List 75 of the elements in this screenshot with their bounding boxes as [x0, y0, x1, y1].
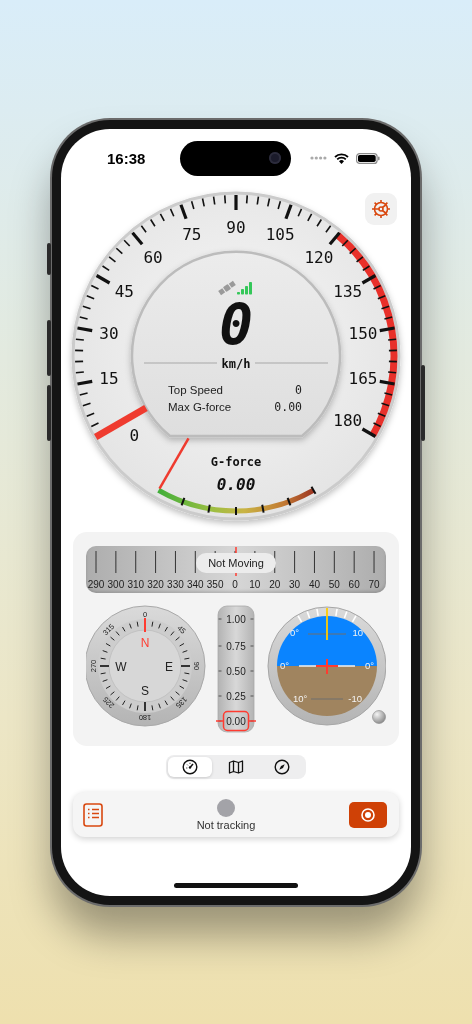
- cardinal-label: N: [140, 635, 150, 650]
- heading-label: 310: [127, 579, 145, 590]
- status-time: 16:38: [106, 149, 146, 167]
- wifi-icon: [334, 152, 349, 164]
- g-meter-label: 0.00: [226, 715, 246, 727]
- g-meter-marker: [215, 710, 257, 732]
- map-icon: [228, 759, 244, 775]
- heading-label: 340: [186, 579, 204, 590]
- tracking-status: Not tracking: [196, 818, 256, 831]
- g-meter-label: 1.00: [226, 613, 246, 625]
- list-icon: [83, 802, 103, 827]
- status-pill: Not Moving: [196, 553, 276, 573]
- scale-label: 15: [99, 368, 119, 388]
- heading-label: 60: [348, 579, 360, 590]
- scale-label: 90: [226, 217, 246, 237]
- g-meter-label: 0.75: [226, 640, 246, 652]
- heading-label: 330: [167, 579, 184, 590]
- signal-icon: [237, 282, 252, 295]
- heading-label: 50: [328, 579, 340, 590]
- cardinal-label: W: [115, 659, 127, 674]
- cardinal-label: S: [141, 683, 149, 698]
- scale-label: 30: [99, 324, 119, 344]
- scale-label: 60: [143, 247, 163, 267]
- pitch-label: 10°: [293, 693, 308, 704]
- scale-label: 165: [348, 368, 378, 388]
- pitch-label: 0°: [290, 627, 300, 638]
- record-button[interactable]: [349, 801, 387, 828]
- stat-label: Max G-force: [168, 401, 232, 413]
- speed-needle: [93, 404, 148, 441]
- scale-label: 180: [333, 411, 363, 430]
- speed-reading: 0: [219, 293, 253, 358]
- log-button[interactable]: [83, 802, 103, 827]
- pitch-label: 0°: [364, 660, 374, 671]
- heading-label: 350: [206, 579, 224, 590]
- g-meter-label: 0.25: [226, 690, 246, 702]
- heading-label: 20: [269, 579, 281, 590]
- scale-label: 150: [348, 324, 378, 344]
- stat-value: 0: [295, 383, 302, 397]
- pitch-label: 0°: [280, 660, 290, 671]
- scale-label: 135: [333, 282, 363, 301]
- gforce-needle: [158, 437, 190, 490]
- cardinal-label: E: [165, 659, 173, 674]
- view-tab[interactable]: [168, 757, 212, 777]
- camera-icon: [269, 152, 281, 164]
- record-icon: [361, 807, 375, 822]
- heading-label: 40: [308, 579, 320, 590]
- heading-label: 290: [87, 579, 105, 590]
- heading-label: 300: [107, 579, 125, 590]
- gforce-reading: 0.00: [216, 475, 256, 494]
- stat-value: 0.00: [274, 400, 302, 414]
- satellite-icon: [218, 280, 236, 296]
- compass-icon: [274, 759, 290, 775]
- heading-label: 10: [249, 579, 261, 590]
- pitch-label: 10: [352, 627, 363, 638]
- unit-label: km/h: [221, 357, 251, 371]
- settings-button[interactable]: [365, 193, 397, 225]
- scale-label: 45: [114, 282, 134, 301]
- scale-label: 120: [304, 247, 334, 267]
- heading-label: 70: [368, 579, 380, 590]
- heading-label: 320: [147, 579, 164, 590]
- gforce-label: G-force: [210, 455, 262, 469]
- level-ball: [372, 710, 386, 724]
- heading-label: 30: [289, 579, 301, 590]
- battery-icon: [356, 152, 380, 164]
- speedometer-icon: [182, 759, 198, 775]
- scale-label: 0: [129, 425, 140, 445]
- g-meter-label: 0.50: [226, 665, 246, 677]
- heading-label: 0: [232, 579, 238, 590]
- scale-label: 105: [265, 225, 295, 245]
- pitch-label: -10: [348, 693, 362, 704]
- stat-label: Top Speed: [168, 384, 223, 396]
- gear-icon: [370, 198, 392, 220]
- scale-label: 75: [182, 225, 202, 245]
- compass-needle: [144, 617, 146, 633]
- signal-dots-icon: [310, 156, 327, 160]
